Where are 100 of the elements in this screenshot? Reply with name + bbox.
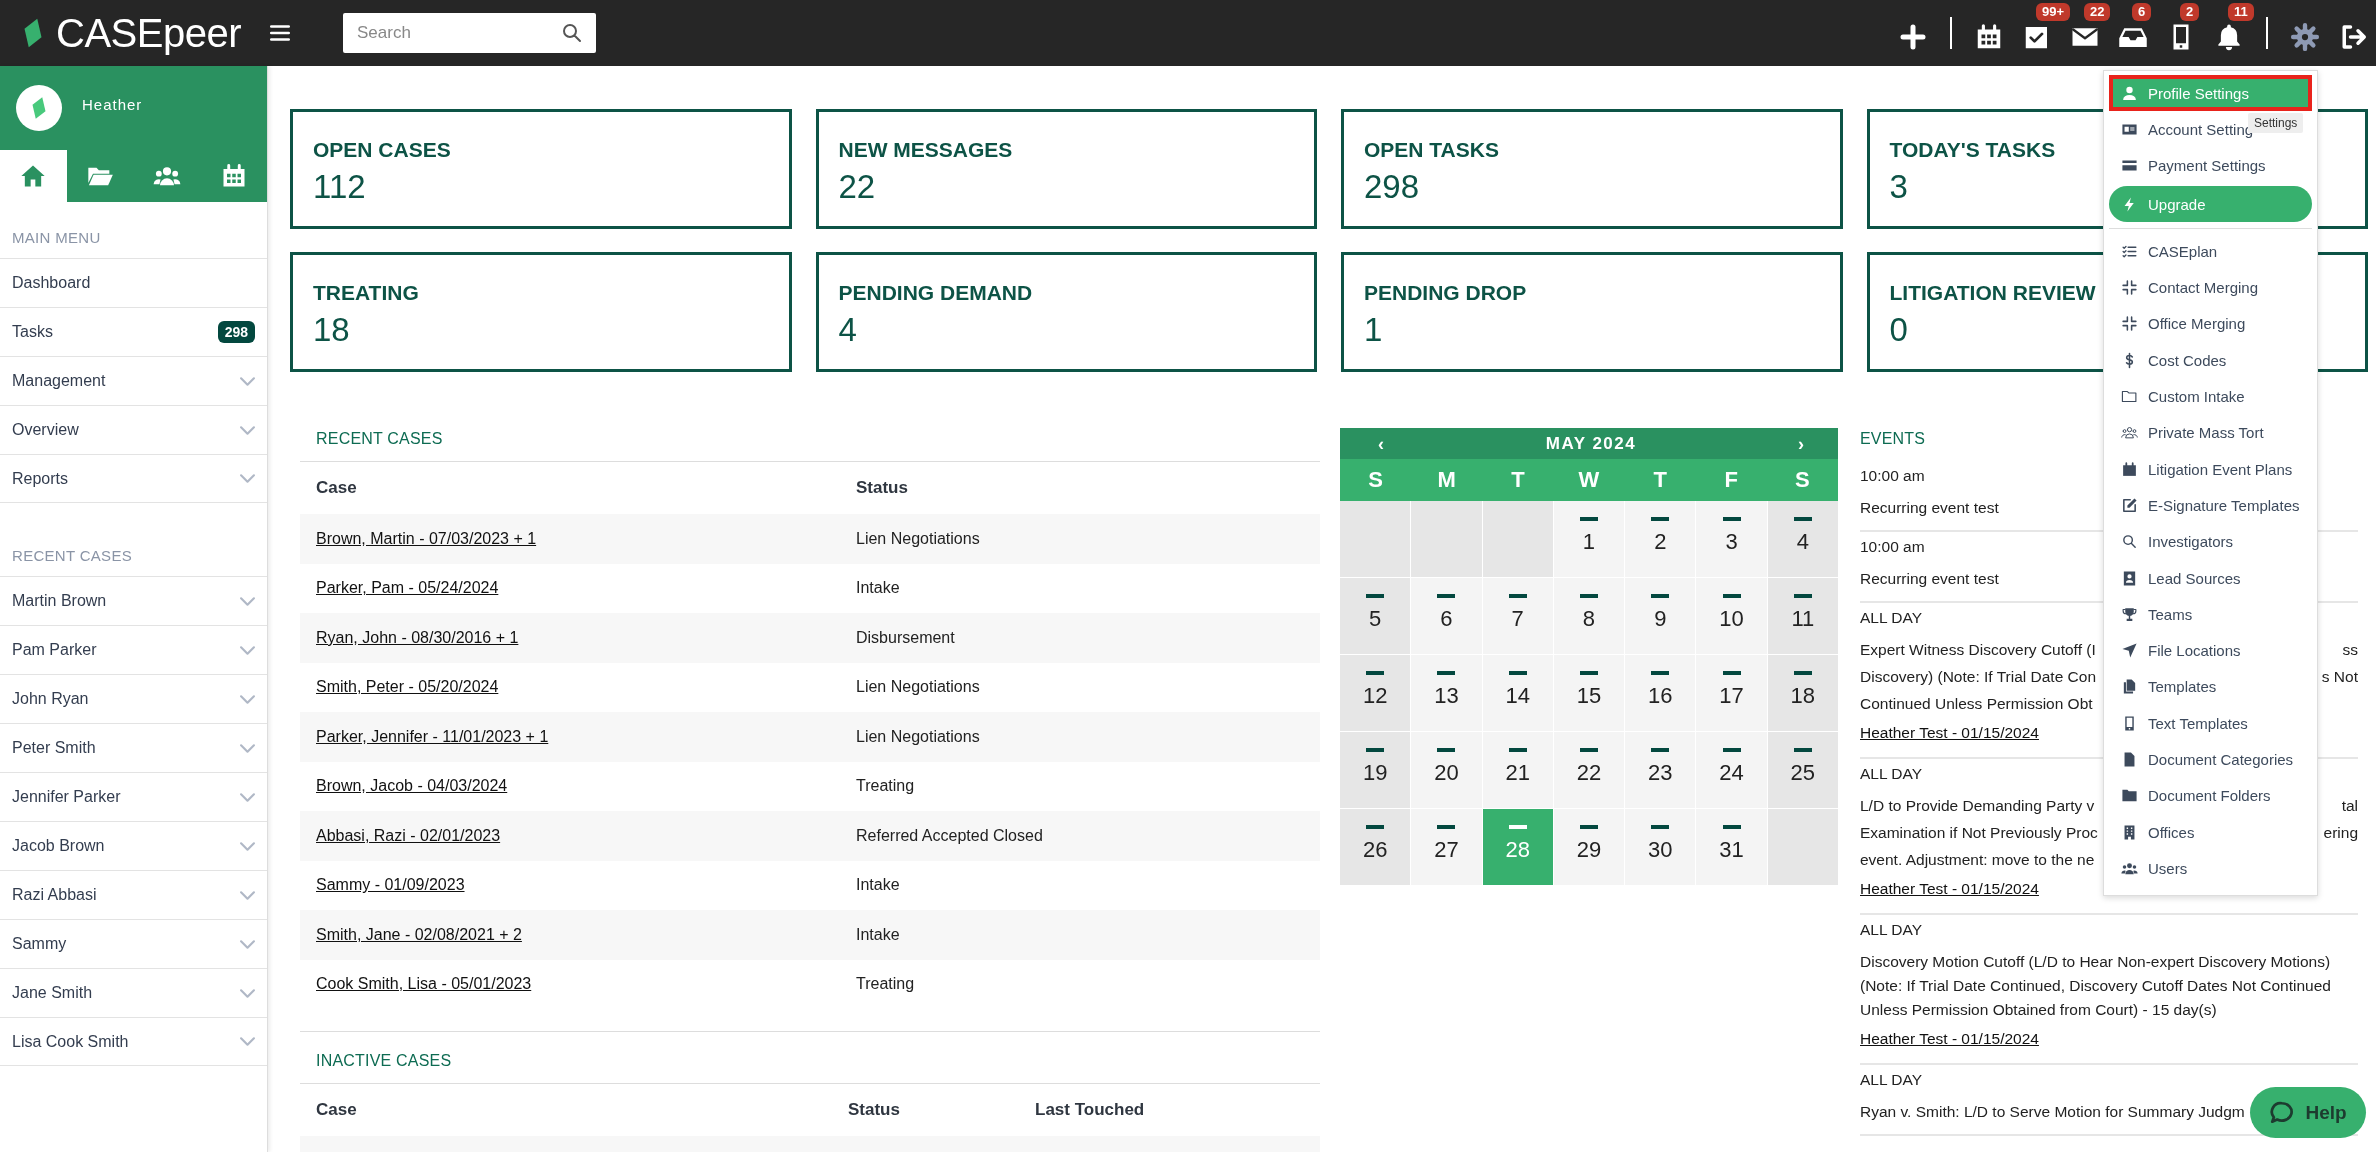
notification-badge: 22 — [2084, 3, 2111, 21]
menu-item[interactable]: Teams — [2109, 596, 2312, 633]
calendar-day[interactable]: 25 — [1767, 732, 1838, 808]
calendar-day[interactable]: 19 — [1340, 732, 1411, 808]
case-link[interactable]: Ryan, John - 08/30/2016 + 1 — [316, 628, 519, 647]
calendar-day[interactable]: 12 — [1340, 655, 1411, 731]
table-cell: Referred Accepted Closed — [856, 826, 1043, 845]
calendar-day[interactable]: 16 — [1625, 655, 1696, 731]
calendar-day[interactable]: 2 — [1625, 501, 1696, 577]
calendar-day[interactable]: 30 — [1625, 809, 1696, 885]
menu-item[interactable]: CASEplan — [2109, 233, 2312, 270]
case-link[interactable]: Heather Test - 01/15/2024 — [1860, 719, 2039, 747]
calendar-day[interactable]: 8 — [1553, 578, 1625, 654]
case-link[interactable]: Smith, Peter - 05/20/2024 — [316, 678, 499, 697]
calendar-day[interactable]: 24 — [1696, 732, 1767, 808]
calendar-day[interactable]: 22 — [1553, 732, 1625, 808]
menu-item[interactable]: Office Merging — [2109, 305, 2312, 343]
search-icon[interactable] — [560, 21, 584, 45]
menu-item[interactable]: Offices — [2109, 813, 2312, 851]
sidebar-item[interactable]: Reports — [0, 454, 267, 503]
calendar-day[interactable]: 27 — [1411, 809, 1482, 885]
menu-item[interactable]: Templates — [2109, 668, 2312, 706]
case-link[interactable]: Cook Smith, Lisa - 05/01/2023 — [316, 975, 532, 994]
sidebar-item[interactable]: Peter Smith — [0, 723, 267, 772]
notification-badge: 6 — [2132, 3, 2152, 21]
previous-month-button[interactable]: ‹ — [1374, 433, 1388, 454]
settings-icon[interactable] — [2290, 22, 2320, 52]
menu-item[interactable]: Cost Codes — [2109, 342, 2312, 379]
case-link[interactable]: Brown, Jacob - 04/03/2024 — [316, 777, 508, 796]
menu-item[interactable]: Text Templates — [2109, 705, 2312, 742]
sidebar-item[interactable]: Martin Brown — [0, 576, 267, 625]
stat-card[interactable]: OPEN CASES 112 — [290, 109, 792, 229]
calendar-day[interactable]: 6 — [1411, 578, 1482, 654]
sidebar-item[interactable]: Sammy — [0, 919, 267, 968]
location-arrow-icon — [2121, 642, 2138, 660]
menu-item[interactable]: Document Folders — [2109, 777, 2312, 814]
calendar-day[interactable]: 5 — [1340, 578, 1411, 654]
case-link[interactable]: Sammy - 01/09/2023 — [316, 876, 465, 895]
menu-item[interactable]: Users — [2109, 850, 2312, 887]
calendar-day[interactable]: 11 — [1767, 578, 1838, 654]
sidebar-item[interactable]: Dashboard — [0, 258, 267, 307]
calendar-day[interactable]: 20 — [1411, 732, 1482, 808]
sidebar-item[interactable]: Tasks 298 — [0, 307, 267, 356]
sidebar-item[interactable]: Jacob Brown — [0, 821, 267, 870]
calendar-day[interactable]: 14 — [1482, 655, 1553, 731]
menu-item[interactable]: Payment Settings — [2109, 147, 2312, 184]
calendar-day[interactable]: 29 — [1553, 809, 1625, 885]
calendar-day[interactable]: 4 — [1767, 501, 1838, 577]
event-time: ALL DAY — [1860, 1070, 1923, 1090]
sidebar-item[interactable]: Management — [0, 356, 267, 405]
stat-card[interactable]: NEW MESSAGES 22 — [815, 109, 1317, 229]
stat-card[interactable]: PENDING DROP 1 — [1341, 252, 1843, 372]
calendar-day[interactable]: 17 — [1696, 655, 1767, 731]
case-link[interactable]: Heather Test - 01/15/2024 — [1860, 875, 2039, 903]
help-button[interactable]: Help — [2250, 1087, 2366, 1138]
menu-item[interactable]: Litigation Event Plans — [2109, 450, 2312, 488]
stat-card[interactable]: OPEN TASKS 298 — [1341, 109, 1843, 229]
calendar-day[interactable]: 21 — [1482, 732, 1553, 808]
sidebar-item[interactable]: John Ryan — [0, 674, 267, 723]
calendar-day[interactable]: 23 — [1625, 732, 1696, 808]
calendar-day[interactable]: 10 — [1696, 578, 1767, 654]
table-cell: Lien Negotiations — [856, 727, 980, 746]
sidebar-item[interactable]: Jennifer Parker — [0, 772, 267, 821]
calendar-day[interactable]: 13 — [1411, 655, 1482, 731]
next-month-button[interactable]: › — [1794, 433, 1808, 454]
menu-item[interactable]: E-Signature Templates — [2109, 487, 2312, 524]
menu-item[interactable]: File Locations — [2109, 632, 2312, 669]
sidebar-item[interactable]: Jane Smith — [0, 968, 267, 1017]
calendar-day[interactable]: 3 — [1696, 501, 1767, 577]
calendar-day[interactable]: 18 — [1767, 655, 1838, 731]
menu-item[interactable]: Contact Merging — [2109, 269, 2312, 306]
sidebar-item[interactable]: Overview — [0, 405, 267, 454]
sidebar-tab[interactable] — [0, 150, 67, 202]
case-link[interactable]: Parker, Pam - 05/24/2024 — [316, 579, 499, 598]
sidebar-item[interactable]: Lisa Cook Smith — [0, 1017, 267, 1066]
menu-item[interactable]: Investigators — [2109, 523, 2312, 560]
menu-item[interactable]: Custom Intake — [2109, 378, 2312, 415]
event-text: event. Adjustment: move to the ne — [1860, 850, 2095, 870]
menu-item[interactable]: Lead Sources — [2109, 559, 2312, 597]
case-link[interactable]: Abbasi, Razi - 02/01/2023 — [316, 826, 501, 845]
calendar-day[interactable]: 31 — [1696, 809, 1767, 885]
stat-card[interactable]: TREATING 18 — [290, 252, 792, 372]
plus-icon[interactable] — [1898, 22, 1928, 52]
menu-item[interactable]: Document Categories — [2109, 741, 2312, 778]
calendar-day[interactable]: 9 — [1625, 578, 1696, 654]
stat-card[interactable]: PENDING DEMAND 4 — [815, 252, 1317, 372]
case-link[interactable]: Brown, Martin - 07/03/2023 + 1 — [316, 529, 537, 548]
calendar-day[interactable]: 7 — [1482, 578, 1553, 654]
case-link[interactable]: Smith, Jane - 02/08/2021 + 2 — [316, 925, 522, 944]
case-link[interactable]: Heather Test - 01/15/2024 — [1860, 1025, 2039, 1053]
notification-badge: 11 — [2228, 3, 2254, 21]
calendar-day[interactable]: 15 — [1553, 655, 1625, 731]
menu-item[interactable]: Private Mass Tort — [2109, 414, 2312, 451]
sidebar-item[interactable]: Pam Parker — [0, 625, 267, 674]
calendar-day[interactable]: 26 — [1340, 809, 1411, 885]
calendar-day[interactable]: 1 — [1553, 501, 1625, 577]
sidebar-item[interactable]: Razi Abbasi — [0, 870, 267, 919]
case-link[interactable]: Parker, Jennifer - 11/01/2023 + 1 — [316, 727, 549, 746]
table-cell: Intake — [856, 925, 900, 944]
panel-title: RECENT CASES — [300, 416, 1320, 462]
